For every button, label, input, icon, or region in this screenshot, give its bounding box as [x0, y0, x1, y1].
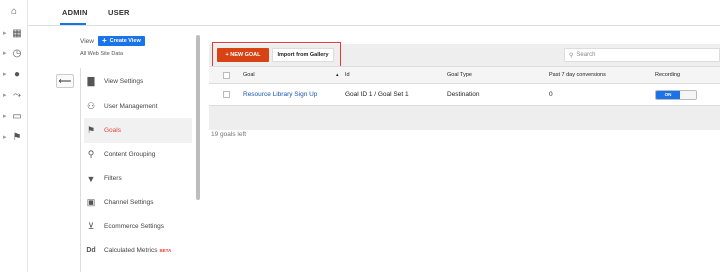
clock-icon: ◷	[12, 47, 22, 59]
chevron-right-icon: ▸	[3, 30, 7, 37]
chevron-right-icon: ▸	[3, 92, 7, 99]
admin-tabs: ADMIN USER	[28, 0, 720, 26]
users-icon: ⚇	[86, 101, 96, 111]
menu-goals[interactable]: ⚑ Goals	[84, 118, 192, 143]
search-input[interactable]: ⚲ Search	[564, 48, 720, 62]
table-header: Goal ▴ Id Goal Type Past 7 day conversio…	[209, 66, 720, 84]
view-selector: View + Create View All Web Site Data	[80, 36, 198, 57]
tab-user[interactable]: USER	[108, 8, 130, 17]
header-label: Recording	[655, 72, 681, 78]
chevron-right-icon: ▸	[3, 50, 7, 57]
goal-conversions: 0	[549, 91, 553, 98]
search-icon: ⚲	[569, 52, 574, 59]
column-recording[interactable]: Recording	[655, 67, 680, 83]
menu-ecommerce-settings[interactable]: ⊻ Ecommerce Settings	[84, 214, 192, 239]
active-tab-indicator	[60, 23, 86, 25]
conversions-nav[interactable]: ▸ ⚑	[0, 130, 28, 144]
import-from-gallery-button[interactable]: Import from Gallery	[272, 48, 334, 62]
recording-toggle[interactable]: ON	[655, 84, 697, 105]
column-divider	[80, 68, 81, 272]
chevron-right-icon: ▸	[3, 134, 7, 141]
goals-toolbar: + NEW GOAL Import from Gallery ⚲ Search	[209, 42, 720, 69]
back-arrow-icon[interactable]: ⟵	[56, 74, 74, 88]
goal-id: Goal ID 1 / Goal Set 1	[345, 91, 409, 98]
header-label: Goal	[243, 72, 255, 78]
menu-label: Filters	[104, 175, 122, 182]
acquisition-nav[interactable]: ▸ ⤳	[0, 88, 28, 102]
dashboard-nav[interactable]: ▸ ▦	[0, 26, 28, 40]
view-column-scrollbar[interactable]	[196, 35, 200, 200]
menu-channel-settings[interactable]: ▣ Channel Settings	[84, 190, 192, 215]
column-conversions[interactable]: Past 7 day conversions	[549, 67, 606, 83]
header-label: Past 7 day conversions	[549, 72, 606, 78]
goals-panel: + NEW GOAL Import from Gallery ⚲ Search G…	[209, 42, 720, 130]
toggle-on-label: ON	[656, 90, 680, 99]
left-rail: ⌂ ▸ ▦ ▸ ◷ ▸ ● ▸ ⤳ ▸ ▭ ▸ ⚑	[0, 0, 28, 272]
menu-calculated-metrics[interactable]: Dd Calculated Metrics BETA	[84, 238, 192, 263]
person-icon: ●	[13, 68, 21, 80]
menu-label: Ecommerce Settings	[104, 223, 164, 230]
menu-content-grouping[interactable]: ⚲ Content Grouping	[84, 142, 192, 167]
realtime-nav[interactable]: ▸ ◷	[0, 46, 28, 60]
behavior-icon: ▭	[12, 110, 22, 122]
header-label: Id	[345, 72, 350, 78]
sort-icon[interactable]: ▴	[332, 67, 339, 83]
menu-label: Goals	[104, 127, 121, 134]
search-placeholder: Search	[576, 52, 596, 58]
menu-view-settings[interactable]: ▇ View Settings	[84, 69, 192, 94]
menu-label: Calculated Metrics	[104, 247, 158, 254]
create-view-button[interactable]: + Create View	[97, 36, 145, 46]
menu-label: Content Grouping	[104, 151, 156, 158]
plus-icon: +	[101, 36, 107, 45]
behavior-nav[interactable]: ▸ ▭	[0, 109, 28, 123]
menu-user-management[interactable]: ⚇ User Management	[84, 94, 192, 119]
flag-icon: ⚑	[12, 131, 22, 143]
home-icon[interactable]: ⌂	[0, 4, 28, 18]
menu-label: Channel Settings	[104, 199, 154, 206]
column-goal[interactable]: Goal	[243, 67, 255, 83]
cart-icon: ⊻	[87, 221, 95, 231]
dashboard-icon: ▦	[12, 27, 22, 39]
create-view-label: Create View	[109, 38, 141, 44]
menu-label: View Settings	[104, 78, 144, 85]
channel-icon: ▣	[86, 197, 96, 207]
document-icon: ▇	[87, 76, 95, 86]
new-goal-button[interactable]: + NEW GOAL	[217, 48, 269, 62]
column-id[interactable]: Id	[345, 67, 350, 83]
goals-left-text: 19 goals left	[211, 131, 247, 138]
acquisition-icon: ⤳	[13, 89, 21, 101]
goal-flag-icon: ⚑	[86, 125, 96, 135]
beta-badge: BETA	[159, 248, 172, 253]
header-label: Goal Type	[447, 72, 472, 78]
view-label: View	[80, 37, 94, 45]
goal-name-link[interactable]: Resource Library Sign Up	[243, 84, 317, 105]
menu-label: User Management	[104, 103, 158, 110]
table-row: Resource Library Sign Up Goal ID 1 / Goa…	[209, 84, 720, 106]
chevron-right-icon: ▸	[3, 113, 7, 120]
audience-nav[interactable]: ▸ ●	[0, 67, 28, 81]
chevron-right-icon: ▸	[3, 71, 7, 78]
current-view[interactable]: All Web Site Data	[80, 51, 198, 57]
tab-admin[interactable]: ADMIN	[62, 8, 88, 17]
content-grouping-icon: ⚲	[87, 149, 95, 159]
calc-icon: Dd	[86, 247, 96, 254]
goal-type: Destination	[447, 91, 480, 98]
row-checkbox[interactable]	[223, 84, 230, 105]
column-goal-type[interactable]: Goal Type	[447, 67, 472, 83]
select-all-checkbox[interactable]	[223, 67, 230, 83]
menu-filters[interactable]: ▼ Filters	[84, 166, 192, 191]
filter-icon: ▼	[86, 173, 96, 184]
